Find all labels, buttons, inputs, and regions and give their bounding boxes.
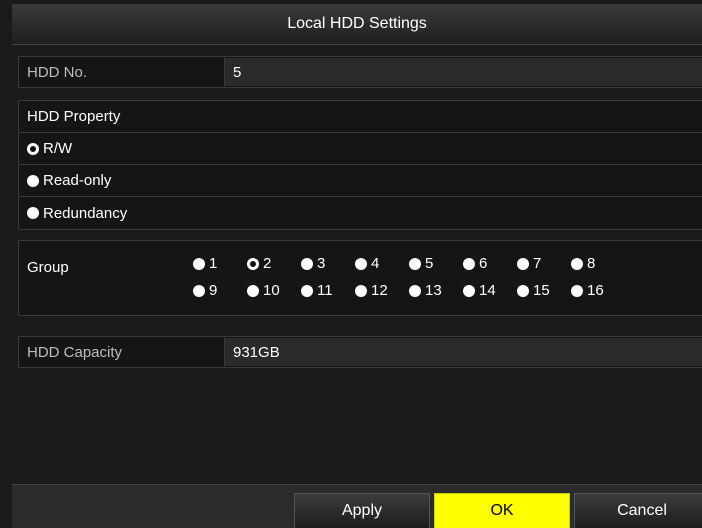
group-option-label: 1 [209, 255, 218, 272]
group-option-13[interactable]: 13 [409, 282, 463, 299]
group-panel: Group 1 2 3 4 5 6 7 8 9 10 11 12 13 14 15 16 [18, 240, 702, 316]
property-option-rw[interactable]: R/W [19, 133, 702, 165]
group-option-label: 2 [263, 255, 272, 272]
hdd-no-row: HDD No. 5 [18, 56, 702, 88]
group-option-label: 16 [587, 282, 604, 299]
hdd-no-label: HDD No. [27, 63, 88, 81]
group-option-label: 7 [533, 255, 542, 272]
property-option-redundancy[interactable]: Redundancy [19, 197, 702, 229]
radio-icon[interactable] [301, 257, 313, 270]
group-option-8[interactable]: 8 [571, 255, 625, 272]
radio-icon[interactable] [463, 257, 475, 270]
hdd-no-value: 5 [224, 58, 702, 86]
group-option-6[interactable]: 6 [463, 255, 517, 272]
hdd-capacity-label: HDD Capacity [27, 343, 123, 361]
radio-icon[interactable] [193, 284, 205, 297]
apply-button[interactable]: Apply [294, 493, 430, 528]
hdd-capacity-row: HDD Capacity 931GB [18, 336, 702, 368]
group-option-3[interactable]: 3 [301, 255, 355, 272]
property-option-label: Redundancy [43, 204, 128, 222]
group-option-label: 10 [263, 282, 280, 299]
radio-icon[interactable] [193, 257, 205, 270]
group-option-2[interactable]: 2 [247, 255, 301, 272]
group-option-label: 11 [317, 282, 333, 299]
group-option-5[interactable]: 5 [409, 255, 463, 272]
radio-icon[interactable] [571, 257, 583, 270]
hdd-property-panel: HDD Property R/W Read-only Redundancy [18, 100, 702, 230]
ok-button[interactable]: OK [434, 493, 570, 528]
radio-icon[interactable] [355, 284, 367, 297]
group-option-label: 9 [209, 282, 218, 299]
group-option-1[interactable]: 1 [193, 255, 247, 272]
group-option-12[interactable]: 12 [355, 282, 409, 299]
group-option-14[interactable]: 14 [463, 282, 517, 299]
cancel-button[interactable]: Cancel [574, 493, 702, 528]
group-option-15[interactable]: 15 [517, 282, 571, 299]
group-option-10[interactable]: 10 [247, 282, 301, 299]
group-option-label: 12 [371, 282, 388, 299]
group-option-16[interactable]: 16 [571, 282, 625, 299]
radio-selected-icon[interactable] [27, 142, 39, 155]
group-label: Group [27, 259, 69, 276]
group-option-label: 6 [479, 255, 488, 272]
button-bar: Apply OK Cancel [12, 484, 702, 528]
radio-icon[interactable] [27, 174, 39, 187]
property-option-read-only[interactable]: Read-only [19, 165, 702, 197]
group-option-9[interactable]: 9 [193, 282, 247, 299]
group-option-label: 8 [587, 255, 596, 272]
group-option-label: 3 [317, 255, 326, 272]
local-hdd-settings-dialog: Local HDD Settings HDD No. 5 HDD Propert… [0, 0, 702, 528]
property-option-label: R/W [43, 140, 73, 157]
group-option-7[interactable]: 7 [517, 255, 571, 272]
radio-icon[interactable] [517, 257, 529, 270]
group-option-label: 15 [533, 282, 550, 299]
radio-icon[interactable] [355, 257, 367, 270]
group-option-4[interactable]: 4 [355, 255, 409, 272]
property-option-label: Read-only [43, 172, 112, 189]
group-option-label: 13 [425, 282, 442, 299]
radio-icon[interactable] [409, 284, 421, 297]
group-options-grid: 1 2 3 4 5 6 7 8 9 10 11 12 13 14 15 16 [193, 255, 625, 299]
radio-icon[interactable] [301, 284, 313, 297]
radio-icon[interactable] [409, 257, 421, 270]
radio-selected-icon[interactable] [247, 257, 259, 270]
radio-icon[interactable] [571, 284, 583, 297]
radio-icon[interactable] [247, 284, 259, 297]
group-option-label: 5 [425, 255, 434, 272]
dialog-title: Local HDD Settings [12, 4, 702, 45]
hdd-property-heading: HDD Property [19, 101, 702, 133]
group-option-label: 4 [371, 255, 380, 272]
group-option-label: 14 [479, 282, 496, 299]
radio-icon[interactable] [463, 284, 475, 297]
group-option-11[interactable]: 11 [301, 282, 355, 299]
radio-icon[interactable] [27, 207, 39, 219]
radio-icon[interactable] [517, 284, 529, 297]
hdd-capacity-value: 931GB [224, 338, 702, 366]
